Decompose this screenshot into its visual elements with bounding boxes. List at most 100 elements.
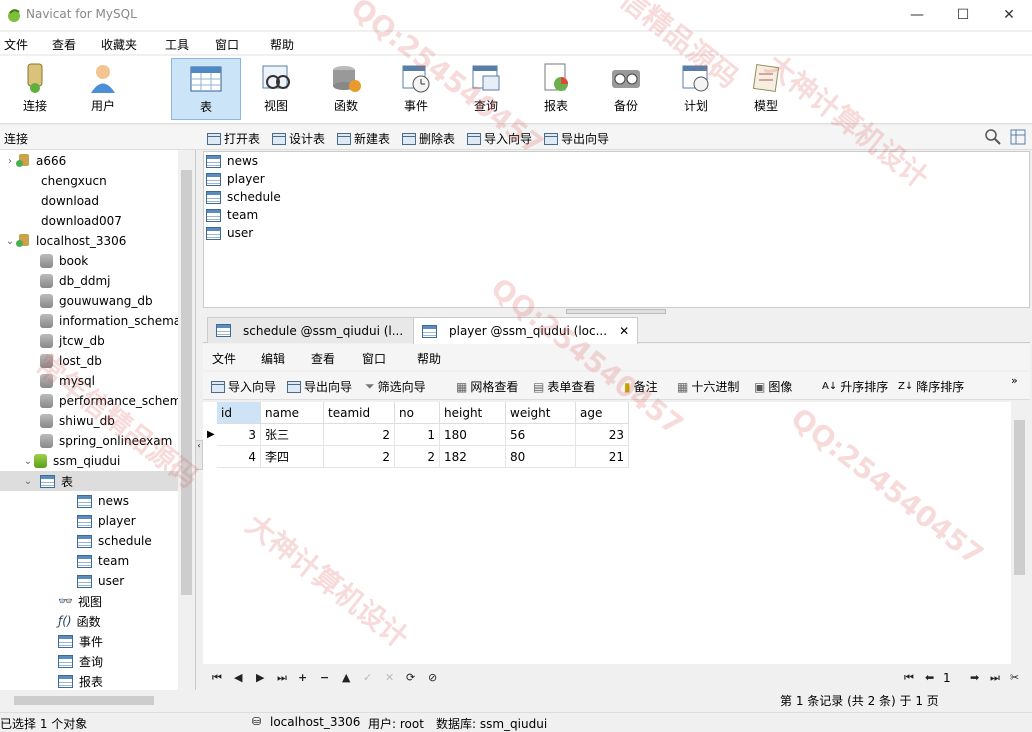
- memo-button[interactable]: ▮ 备注: [624, 378, 658, 395]
- column-header-weight[interactable]: weight: [506, 402, 576, 424]
- editor-menu-window[interactable]: 窗口: [362, 350, 386, 367]
- menu-tools[interactable]: 工具: [165, 36, 189, 53]
- table-cell[interactable]: 李四: [261, 446, 324, 468]
- column-header-id[interactable]: id: [217, 402, 261, 424]
- tree-db-db_ddmj[interactable]: db_ddmj: [40, 271, 111, 291]
- close-icon[interactable]: ✕: [619, 324, 629, 338]
- menu-window[interactable]: 窗口: [215, 36, 239, 53]
- form-view-button[interactable]: ▤ 表单查看: [533, 378, 595, 395]
- filter-wizard-button[interactable]: ⏷ 筛选向导: [365, 378, 426, 395]
- tree-connection-localhost[interactable]: ⌄ localhost_3306: [4, 231, 126, 251]
- tree-db-performance_schema[interactable]: performance_schem: [40, 391, 181, 411]
- table-list-item-news[interactable]: news: [206, 152, 258, 170]
- scrollbar-thumb[interactable]: [14, 696, 154, 705]
- grid-vertical-scrollbar[interactable]: [1011, 402, 1028, 664]
- page-number-input[interactable]: 1: [943, 671, 969, 685]
- previous-record-icon[interactable]: ◀: [234, 671, 242, 684]
- table-cell[interactable]: 56: [506, 424, 576, 446]
- tree-db-shiwu_db[interactable]: shiwu_db: [40, 411, 115, 431]
- tree-table-player[interactable]: player: [77, 511, 136, 531]
- table-cell[interactable]: 21: [576, 446, 629, 468]
- column-header-height[interactable]: height: [440, 402, 506, 424]
- table-list-item-player[interactable]: player: [206, 170, 265, 188]
- table-cell[interactable]: 1: [395, 424, 440, 446]
- table-list-item-team[interactable]: team: [206, 206, 258, 224]
- grid-view-button[interactable]: ▦ 网格查看: [456, 378, 518, 395]
- editor-menu-edit[interactable]: 编辑: [261, 350, 285, 367]
- editor-import-button[interactable]: 导入向导: [211, 378, 276, 395]
- tree-table-news[interactable]: news: [77, 491, 129, 511]
- tree-db-mysql[interactable]: mysql: [40, 371, 95, 391]
- table-cell[interactable]: 4: [217, 446, 261, 468]
- tree-functions-node[interactable]: ƒ() 函数: [58, 611, 101, 631]
- tree-db-information_schema[interactable]: information_schema: [40, 311, 181, 331]
- tree-connection-a666[interactable]: › a666: [4, 151, 66, 171]
- toolbar-view-button[interactable]: 视图: [241, 58, 311, 120]
- table-cell[interactable]: 张三: [261, 424, 324, 446]
- new-table-button[interactable]: 新建表: [337, 130, 390, 147]
- design-table-button[interactable]: 设计表: [272, 130, 325, 147]
- menu-favorites[interactable]: 收藏夹: [101, 36, 137, 53]
- minimize-button[interactable]: —: [894, 0, 940, 30]
- confirm-icon[interactable]: ✓: [363, 671, 372, 684]
- toolbar-table-button[interactable]: 表: [171, 58, 241, 120]
- view-mode-icon[interactable]: [1010, 129, 1026, 148]
- tree-connection-download007[interactable]: download007: [41, 211, 122, 231]
- table-cell[interactable]: 182: [440, 446, 506, 468]
- tab-schedule[interactable]: schedule @ssm_qiudui (l...✕: [207, 317, 435, 343]
- column-header-name[interactable]: name: [261, 402, 324, 424]
- stop-icon[interactable]: ⊘: [428, 671, 437, 684]
- table-cell[interactable]: 23: [576, 424, 629, 446]
- cancel-icon[interactable]: ✕: [385, 671, 394, 684]
- tree-table-schedule[interactable]: schedule: [77, 531, 152, 551]
- delete-record-icon[interactable]: −: [320, 671, 329, 684]
- toolbar-schedule-button[interactable]: 计划: [661, 58, 731, 120]
- close-button[interactable]: ✕: [986, 0, 1032, 30]
- table-cell[interactable]: 2: [395, 446, 440, 468]
- tree-db-book[interactable]: book: [40, 251, 88, 271]
- editor-menu-file[interactable]: 文件: [212, 350, 236, 367]
- chevron-down-icon[interactable]: ⌄: [4, 236, 16, 247]
- last-page-icon[interactable]: ⏭: [990, 671, 1000, 685]
- settings-icon[interactable]: ✂: [1010, 671, 1019, 684]
- chevron-down-icon[interactable]: ⌄: [22, 456, 34, 467]
- tree-db-gouwuwang_db[interactable]: gouwuwang_db: [40, 291, 153, 311]
- sort-descending-button[interactable]: Z↓ 降序排序: [898, 378, 964, 395]
- table-cell[interactable]: 180: [440, 424, 506, 446]
- add-record-icon[interactable]: +: [298, 671, 307, 684]
- editor-menu-help[interactable]: 帮助: [417, 350, 441, 367]
- scrollbar-thumb[interactable]: [1014, 420, 1025, 575]
- tree-tables-node[interactable]: ⌄ 表: [0, 471, 178, 491]
- tree-connection-download[interactable]: download: [41, 191, 99, 211]
- apply-changes-icon[interactable]: ▲: [342, 671, 350, 684]
- tab-player[interactable]: player @ssm_qiudui (loc... ✕: [413, 317, 639, 344]
- chevron-down-icon[interactable]: ⌄: [22, 476, 34, 487]
- tree-queries-node[interactable]: 查询: [58, 651, 103, 671]
- toolbar-report-button[interactable]: 报表: [521, 58, 591, 120]
- next-page-icon[interactable]: ➡: [970, 671, 979, 684]
- tree-table-user[interactable]: user: [77, 571, 124, 591]
- tree-horizontal-scrollbar[interactable]: [0, 692, 196, 709]
- toolbar-backup-button[interactable]: 备份: [591, 58, 661, 120]
- first-page-icon[interactable]: ⏮: [904, 671, 914, 685]
- maximize-button[interactable]: ☐: [940, 0, 986, 30]
- toolbar-user-button[interactable]: 用户: [68, 58, 138, 120]
- menu-view[interactable]: 查看: [52, 36, 76, 53]
- scrollbar-thumb[interactable]: [181, 170, 192, 595]
- tree-reports-node[interactable]: 报表: [58, 671, 103, 691]
- toolbar-connection-button[interactable]: 连接: [0, 58, 70, 120]
- delete-table-button[interactable]: 删除表: [402, 130, 455, 147]
- hex-button[interactable]: ▦ 十六进制: [677, 378, 739, 395]
- toolbar-event-button[interactable]: 事件: [381, 58, 451, 120]
- column-header-teamid[interactable]: teamid: [324, 402, 395, 424]
- image-button[interactable]: ▣ 图像: [754, 378, 792, 395]
- editor-export-button[interactable]: 导出向导: [287, 378, 352, 395]
- tree-db-ssm_qiudui[interactable]: ⌄ ssm_qiudui: [22, 451, 120, 471]
- table-list-item-schedule[interactable]: schedule: [206, 188, 281, 206]
- column-header-age[interactable]: age: [576, 402, 629, 424]
- first-record-icon[interactable]: ⏮: [212, 671, 222, 685]
- export-wizard-button[interactable]: 导出向导: [544, 130, 609, 147]
- refresh-icon[interactable]: ⟳: [406, 671, 415, 684]
- tree-views-node[interactable]: 👓 视图: [58, 591, 102, 611]
- chevron-right-icon[interactable]: ›: [4, 156, 16, 167]
